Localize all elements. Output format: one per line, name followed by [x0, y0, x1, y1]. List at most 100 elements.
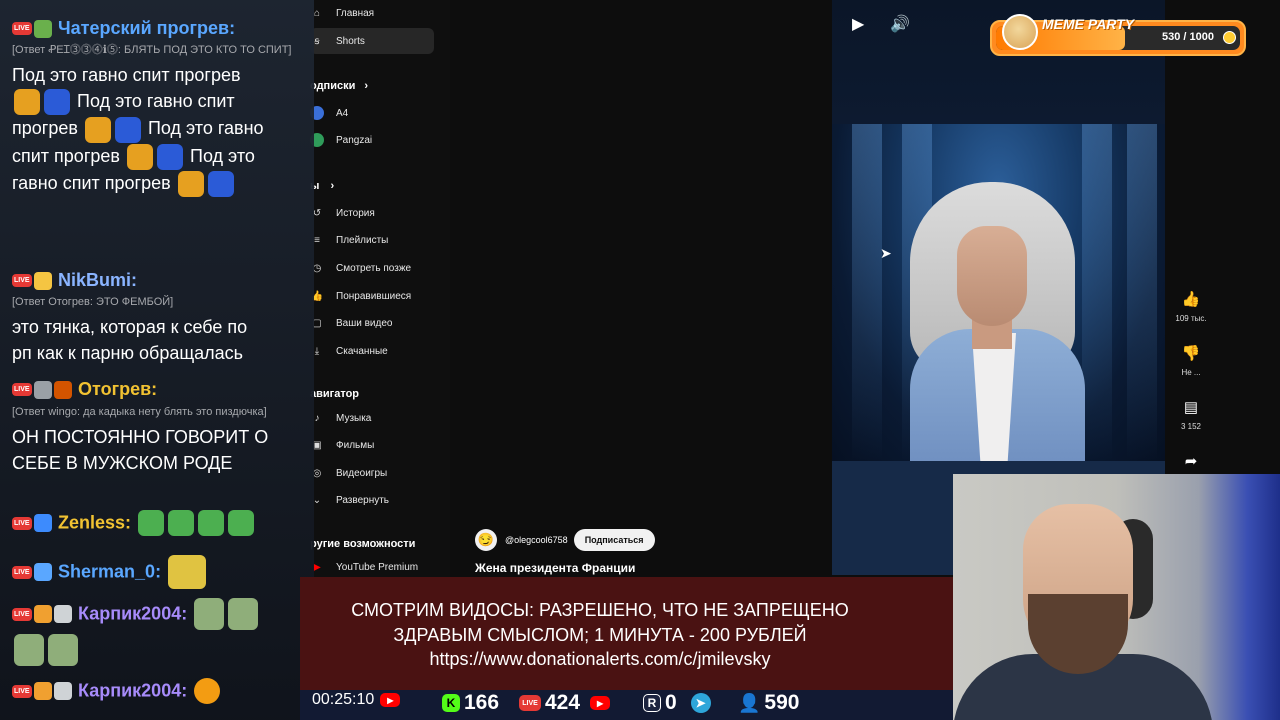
chat-message: LIVE NikBumi: [Ответ Отогрев: ЭТО ФЕМБОЙ… [12, 270, 308, 366]
kick-count: 166 [464, 691, 500, 714]
sidebar-item-playlists[interactable]: ≡ Плейлисты [310, 227, 388, 253]
chat-message: LIVE Отогрев: [Ответ wingo: да кадыка не… [12, 379, 308, 476]
emote-icon [156, 143, 183, 170]
live-count: 424 [545, 691, 581, 714]
emote-icon [126, 143, 153, 170]
emote-icon [177, 171, 204, 197]
video-title[interactable]: Жена президента Франции [475, 561, 635, 575]
chat-author: Zenless: [58, 512, 132, 533]
dislike-label: Не ... [1181, 368, 1201, 377]
sidebar-item-watch-later[interactable]: ◷ Смотреть позже [310, 255, 411, 281]
emote-icon [33, 271, 52, 290]
chat-author: Карпик2004: [78, 603, 188, 624]
meme-party-title: MEME PARTY [1042, 16, 1135, 32]
dislike-button[interactable]: 👎 Не ... [1172, 344, 1210, 377]
sidebar-item-a4[interactable]: A4 [310, 100, 348, 126]
chevron-right-icon: › [330, 180, 335, 192]
sidebar-item-downloads[interactable]: ⤓ Скачанные [310, 338, 388, 364]
person-face [957, 226, 1027, 326]
share-icon: ➦ [1184, 453, 1198, 470]
webcam-feed [953, 474, 1280, 720]
emote-icon [193, 598, 224, 630]
stage-light [1127, 124, 1157, 461]
frog-emote-icon [197, 510, 224, 536]
doge-logo [1002, 14, 1038, 50]
chat-message: LIVE Карпик2004: [12, 598, 308, 666]
volume-icon[interactable]: 🔊 [890, 14, 910, 34]
chat-author: Чатерский прогрев: [58, 18, 236, 38]
sidebar-item-films[interactable]: ▣ Фильмы [310, 432, 374, 458]
chat-author: Карпик2004: [78, 680, 188, 701]
cursor-icon: ➤ [880, 245, 892, 261]
live-badge: LIVE [12, 22, 32, 35]
sidebar-item-your-videos[interactable]: ▢ Ваши видео [310, 310, 392, 336]
chat-message: LIVE Zenless: [12, 510, 308, 536]
meme-party-count: 530 / 1000 [1162, 31, 1214, 43]
sidebar-item-label: Ваши видео [336, 317, 393, 329]
subscriptions-heading[interactable]: одписки › [310, 80, 368, 92]
chat-text: это тянка, которая к себе по рп как к па… [12, 317, 248, 363]
telegram-icon: ➤ [690, 693, 711, 713]
chat-author: NikBumi: [58, 270, 138, 290]
sidebar-item-label: Музыка [336, 412, 372, 424]
chat-text: ОН ПОСТОЯННО ГОВОРИТ О СЕБЕ В МУЖСКОМ РО… [12, 427, 269, 473]
sidebar-item-label: Развернуть [336, 494, 390, 506]
emote-icon [33, 605, 52, 623]
chat-reply: [Ответ Отогрев: ЭТО ФЕМБОЙ] [12, 296, 174, 308]
sidebar-item-label: A4 [336, 107, 349, 119]
frog-emote-icon [137, 510, 164, 536]
donation-line-2: ЗДРАВЫМ СМЫСЛОМ; 1 МИНУТА - 200 РУБЛЕЙ [393, 625, 807, 645]
emote-icon [114, 116, 141, 143]
live-viewers: LIVE 424 ▶ [519, 691, 614, 715]
youtube-icon: ▶ [380, 693, 401, 707]
sidebar-item-pangzai[interactable]: Pangzai [310, 127, 372, 153]
emote-icon [207, 171, 234, 197]
channel-row: 😏 @olegcool6758 Подписаться [475, 529, 655, 551]
chat-author: Sherman_0: [58, 561, 162, 582]
emote-icon [167, 555, 206, 589]
sidebar-item-liked[interactable]: 👍 Понравившиеся [310, 283, 411, 309]
donation-line-1: СМОТРИМ ВИДОСЫ: РАЗРЕШЕНО, ЧТО НЕ ЗАПРЕЩ… [351, 600, 849, 620]
emote-icon [33, 563, 52, 581]
share-button[interactable]: ➦ [1172, 452, 1210, 470]
stream-timer: 00:25:10 ▶ [312, 691, 404, 709]
thumbs-up-icon: 👍 [1181, 291, 1201, 308]
sidebar-item-label: Pangzai [336, 134, 373, 146]
sidebar-item-label: История [336, 207, 375, 219]
chat-text: Под это гавно спит прогрев Под это гавно… [12, 62, 308, 197]
rutube-viewers: R 0 ➤ [643, 691, 715, 715]
sidebar-item-home[interactable]: ⌂ Главная [310, 0, 374, 26]
sidebar-item-label: Главная [336, 7, 375, 19]
total-viewers: 👤 590 [738, 691, 799, 715]
person-jacket [910, 329, 1085, 469]
comments-button[interactable]: ▤ 3 152 [1172, 398, 1210, 431]
emote-icon [33, 514, 52, 532]
stream-chat: LIVE Чатерский прогрев: [Ответ ꝒEꞮ⓷⓷⓸ℹ⓹:… [0, 0, 314, 720]
channel-avatar[interactable]: 😏 [475, 529, 497, 551]
sidebar-item-music[interactable]: ♪ Музыка [310, 405, 372, 431]
emote-icon [53, 682, 72, 700]
sidebar-item-label: Видеоигры [336, 467, 388, 479]
subscribe-button[interactable]: Подписаться [573, 529, 655, 551]
sidebar-item-shorts[interactable]: ꞩ Shorts [310, 28, 434, 54]
sidebar-item-games[interactable]: ◎ Видеоигры [310, 460, 388, 486]
comment-count: 3 152 [1180, 422, 1202, 431]
sidebar-item-expand[interactable]: ⌄ Развернуть [310, 487, 389, 513]
live-badge: LIVE [12, 607, 32, 621]
sidebar-item-label: Скачанные [336, 345, 388, 357]
like-button[interactable]: 👍 109 тыс. [1172, 290, 1210, 323]
donation-link[interactable]: https://www.donationalerts.com/c/jmilevs… [300, 649, 900, 670]
play-icon[interactable]: ▶ [852, 14, 864, 34]
live-badge: LIVE [12, 565, 32, 579]
user-icon: 👤 [738, 692, 761, 713]
emote-icon [48, 634, 78, 666]
emote-icon [53, 380, 72, 399]
video-frame [832, 124, 1165, 469]
emote-icon [53, 605, 72, 623]
youtube-icon: ▶ [590, 696, 611, 710]
sidebar-item-label: Плейлисты [336, 234, 389, 246]
channel-name[interactable]: @olegcool6758 [505, 535, 568, 545]
frog-emote-icon [227, 510, 254, 536]
sidebar-item-history[interactable]: ↺ История [310, 200, 375, 226]
thumbs-down-icon: 👎 [1181, 345, 1201, 362]
